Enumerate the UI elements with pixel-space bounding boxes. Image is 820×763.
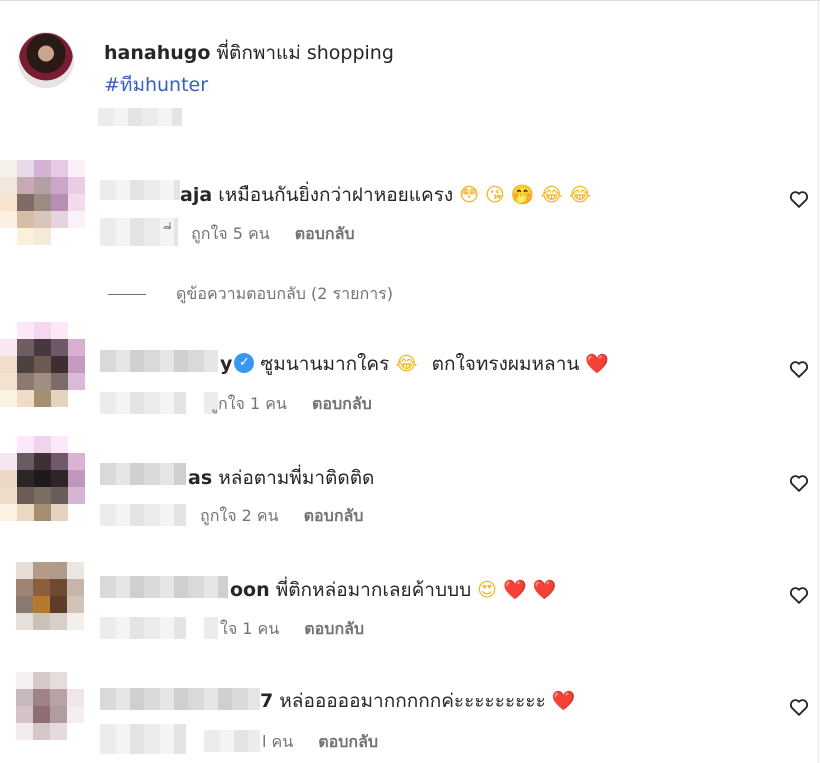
comment-username[interactable]: oon xyxy=(230,579,270,601)
heart-outline-icon[interactable] xyxy=(788,584,810,606)
blurred-time xyxy=(100,617,186,639)
reply-button[interactable]: ตอบกลับ xyxy=(312,394,372,413)
emoji-icon: 😂 xyxy=(568,184,591,206)
comment-avatar[interactable] xyxy=(16,562,84,630)
post-caption: hanahugo พี่ติกพาแม่ shopping #ทีมhunter xyxy=(18,32,798,132)
comment-text: as หล่อตามพี่มาติดติด xyxy=(188,463,374,493)
view-replies-button[interactable]: ดูข้อความตอบกลับ (2 รายการ) xyxy=(108,282,393,307)
like-count[interactable]: ใจ 1 คน xyxy=(220,619,279,638)
heart-outline-icon[interactable] xyxy=(788,188,810,210)
like-count[interactable]: ถูกใจ 5 คน xyxy=(191,224,270,243)
like-count[interactable]: ูกใจ 1 คน xyxy=(218,394,287,413)
comment-body: พี่ติกหล่อมากเลยค้าบบบ xyxy=(275,579,472,601)
comment-avatar[interactable] xyxy=(0,436,85,521)
blurred-time xyxy=(100,218,178,246)
verified-badge-icon: ✓ xyxy=(234,353,255,373)
comment-body-continued: ตกใจทรงผมหลาน xyxy=(431,353,580,375)
comment-body: เหมือนกันยิ่งกว่าฝาหอยแครง xyxy=(218,184,454,206)
reply-button[interactable]: ตอบกลับ xyxy=(295,224,355,243)
emoji-icon: ❤️ xyxy=(502,579,527,601)
emoji-icon: ❤️ xyxy=(585,353,610,375)
emoji-icon: 😘 xyxy=(485,184,505,206)
comment-meta: l คน ตอบกลับ xyxy=(262,730,378,755)
comment-meta: ูกใจ 1 คน ตอบกลับ xyxy=(218,392,372,417)
emoji-icon: 😂 xyxy=(395,353,418,375)
blurred-time xyxy=(100,392,186,414)
emoji-icon: 😍 xyxy=(477,579,497,601)
blurred-username xyxy=(100,688,260,710)
comment-username[interactable]: aja xyxy=(180,184,212,206)
caption-username[interactable]: hanahugo xyxy=(104,42,210,64)
comment-avatar[interactable] xyxy=(0,160,85,245)
heart-outline-icon[interactable] xyxy=(788,696,810,718)
blurred-username xyxy=(100,180,180,200)
reply-button[interactable]: ตอบกลับ xyxy=(304,619,364,638)
emoji-icon: ❤️ xyxy=(551,690,576,712)
blurred-time xyxy=(100,724,186,754)
comment-avatar[interactable] xyxy=(0,322,85,407)
right-divider xyxy=(818,0,819,763)
comment-meta: ใจ 1 คน ตอบกลับ xyxy=(220,617,364,642)
comment-username[interactable]: 7 xyxy=(260,690,273,712)
reply-button[interactable]: ตอบกลับ xyxy=(318,732,378,751)
comment-text: oon พี่ติกหล่อมากเลยค้าบบบ 😍 ❤️ ❤️ xyxy=(230,575,556,605)
comment-username[interactable]: as xyxy=(188,467,212,489)
caption-line: hanahugo พี่ติกพาแม่ shopping xyxy=(104,38,394,68)
comment-avatar[interactable] xyxy=(16,672,84,740)
emoji-icon: 😂 xyxy=(540,184,563,206)
blurred-username xyxy=(100,350,218,372)
view-replies-label: ดูข้อความตอบกลับ (2 รายการ) xyxy=(176,284,394,303)
blurred-username xyxy=(100,463,186,485)
blurred-time xyxy=(100,504,186,526)
comment-text: aja เหมือนกันยิ่งกว่าฝาหอยแครง 😳 😘 🤭 😂 😂 xyxy=(180,180,591,210)
blurred-fragment xyxy=(204,392,218,414)
author-avatar[interactable] xyxy=(18,32,74,88)
caption-text: พี่ติกพาแม่ shopping xyxy=(216,42,394,64)
blurred-fragment xyxy=(204,730,260,752)
blurred-username xyxy=(100,576,228,598)
blurred-timestamp xyxy=(98,108,182,126)
comment-meta: ถูกใจ 2 คน ตอบกลับ xyxy=(200,504,363,529)
like-count[interactable]: l คน xyxy=(262,732,293,751)
blurred-fragment xyxy=(204,617,218,639)
replies-divider-line xyxy=(108,294,146,295)
comment-meta: ี่ ถูกใจ 5 คน ตอบกลับ xyxy=(172,222,355,247)
reply-button[interactable]: ตอบกลับ xyxy=(304,506,364,525)
comment-text: y ✓ ซูมนานมากใคร 😂 ตกใจทรงผมหลาน ❤️ xyxy=(220,349,609,379)
comment-username[interactable]: y xyxy=(220,353,232,375)
emoji-icon: 🤭 xyxy=(510,184,535,206)
top-divider xyxy=(0,0,820,4)
comment-body: หล่อออออมากกกกกค่ะะะะะะะะะ xyxy=(279,690,546,712)
caption-hashtag[interactable]: #ทีมhunter xyxy=(104,70,208,100)
heart-outline-icon[interactable] xyxy=(788,358,810,380)
comment-body: ซูมนานมากใคร xyxy=(260,353,390,375)
comment-body: หล่อตามพี่มาติดติด xyxy=(218,467,375,489)
heart-outline-icon[interactable] xyxy=(788,472,810,494)
comment-text: 7 หล่อออออมากกกกกค่ะะะะะะะะะ ❤️ xyxy=(260,686,575,716)
like-count[interactable]: ถูกใจ 2 คน xyxy=(200,506,279,525)
emoji-icon: ❤️ xyxy=(532,579,557,601)
emoji-icon: 😳 xyxy=(459,184,480,206)
